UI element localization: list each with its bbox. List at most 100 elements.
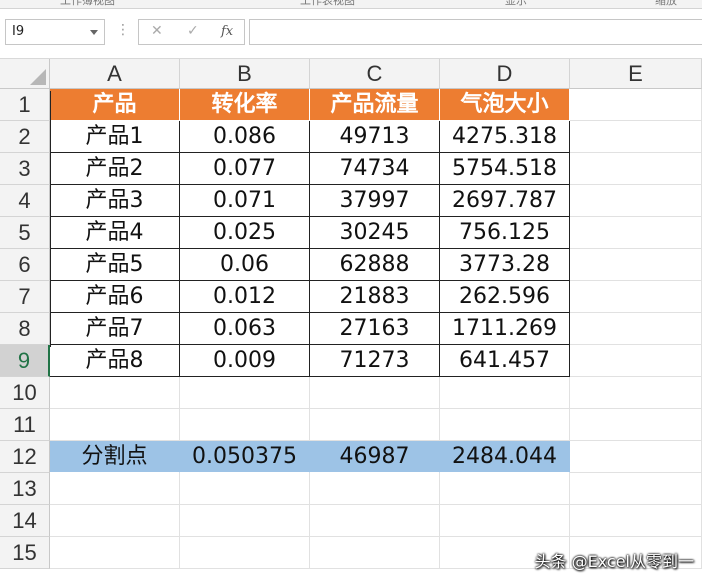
row-header-12[interactable]: 12 [0,441,50,473]
cell-d6[interactable]: 3773.28 [440,249,570,281]
cell-d8[interactable]: 1711.269 [440,313,570,345]
row-header-11[interactable]: 11 [0,409,50,441]
cell-e1[interactable] [570,89,702,121]
column-header-c[interactable]: C [310,59,440,89]
row-header-6[interactable]: 6 [0,249,50,281]
cell-c10[interactable] [310,377,440,409]
cell-a9[interactable]: 产品8 [50,345,180,377]
cell-b1[interactable]: 转化率 [180,89,310,121]
cell-c11[interactable] [310,409,440,441]
cell-c14[interactable] [310,505,440,537]
cell-a10[interactable] [50,377,180,409]
cell-e6[interactable] [570,249,702,281]
chevron-down-icon[interactable] [90,30,98,35]
row-header-4[interactable]: 4 [0,185,50,217]
cell-b6[interactable]: 0.06 [180,249,310,281]
cell-b15[interactable] [180,537,310,569]
row-header-2[interactable]: 2 [0,121,50,153]
row-header-14[interactable]: 14 [0,505,50,537]
row-header-8[interactable]: 8 [0,313,50,345]
cell-d12[interactable]: 2484.044 [440,441,570,473]
cell-e11[interactable] [570,409,702,441]
cell-c6[interactable]: 62888 [310,249,440,281]
cell-d5[interactable]: 756.125 [440,217,570,249]
cell-e4[interactable] [570,185,702,217]
cell-a15[interactable] [50,537,180,569]
cell-b12[interactable]: 0.050375 [180,441,310,473]
row-header-3[interactable]: 3 [0,153,50,185]
cell-e12[interactable] [570,441,702,473]
row-header-1[interactable]: 1 [0,89,50,121]
row-header-15[interactable]: 15 [0,537,50,569]
cell-e9[interactable] [570,345,702,377]
cell-e3[interactable] [570,153,702,185]
row-header-10[interactable]: 10 [0,377,50,409]
cell-d10[interactable] [440,377,570,409]
cell-b2[interactable]: 0.086 [180,121,310,153]
cancel-icon[interactable]: ✕ [151,23,163,39]
cell-c3[interactable]: 74734 [310,153,440,185]
formula-input[interactable] [249,19,702,45]
cell-a12[interactable]: 分割点 [50,441,180,473]
confirm-icon[interactable]: ✓ [187,23,199,39]
cell-c12[interactable]: 46987 [310,441,440,473]
cell-a2[interactable]: 产品1 [50,121,180,153]
cell-d13[interactable] [440,473,570,505]
cell-a5[interactable]: 产品4 [50,217,180,249]
cell-c1[interactable]: 产品流量 [310,89,440,121]
cell-b11[interactable] [180,409,310,441]
cell-b9[interactable]: 0.009 [180,345,310,377]
cell-d9[interactable]: 641.457 [440,345,570,377]
ribbon-label-workbook-views[interactable]: 工作簿视图 [60,0,115,8]
cell-c4[interactable]: 37997 [310,185,440,217]
cell-c7[interactable]: 21883 [310,281,440,313]
cell-d11[interactable] [440,409,570,441]
cell-d2[interactable]: 4275.318 [440,121,570,153]
cell-b3[interactable]: 0.077 [180,153,310,185]
column-header-b[interactable]: B [180,59,310,89]
cell-c5[interactable]: 30245 [310,217,440,249]
cell-a13[interactable] [50,473,180,505]
cell-e8[interactable] [570,313,702,345]
cell-a14[interactable] [50,505,180,537]
cell-e13[interactable] [570,473,702,505]
cell-a1[interactable]: 产品 [50,89,180,121]
cell-d14[interactable] [440,505,570,537]
cell-a4[interactable]: 产品3 [50,185,180,217]
cell-d3[interactable]: 5754.518 [440,153,570,185]
row-header-7[interactable]: 7 [0,281,50,313]
cell-a7[interactable]: 产品6 [50,281,180,313]
ribbon-label-zoom[interactable]: 缩放 [655,0,677,8]
cell-b8[interactable]: 0.063 [180,313,310,345]
cell-c15[interactable] [310,537,440,569]
cell-d1[interactable]: 气泡大小 [440,89,570,121]
column-header-d[interactable]: D [440,59,570,89]
row-header-9[interactable]: 9 [0,345,50,377]
cell-b14[interactable] [180,505,310,537]
cell-c8[interactable]: 27163 [310,313,440,345]
cell-e5[interactable] [570,217,702,249]
cell-c2[interactable]: 49713 [310,121,440,153]
ribbon-label-sheet-view[interactable]: 工作表视图 [300,0,355,8]
cell-a6[interactable]: 产品5 [50,249,180,281]
select-all-button[interactable] [0,59,50,89]
cell-a8[interactable]: 产品7 [50,313,180,345]
insert-function-icon[interactable]: fx [221,24,233,39]
cell-b4[interactable]: 0.071 [180,185,310,217]
cell-a11[interactable] [50,409,180,441]
cell-b13[interactable] [180,473,310,505]
cell-e14[interactable] [570,505,702,537]
cell-a3[interactable]: 产品2 [50,153,180,185]
row-header-13[interactable]: 13 [0,473,50,505]
cell-d4[interactable]: 2697.787 [440,185,570,217]
column-header-e[interactable]: E [570,59,702,89]
cell-c9[interactable]: 71273 [310,345,440,377]
cell-b5[interactable]: 0.025 [180,217,310,249]
cell-e7[interactable] [570,281,702,313]
ribbon-label-show[interactable]: 显示 [505,0,527,8]
cell-e10[interactable] [570,377,702,409]
cell-e2[interactable] [570,121,702,153]
cell-b7[interactable]: 0.012 [180,281,310,313]
column-header-a[interactable]: A [50,59,180,89]
name-box[interactable]: I9 [5,19,105,45]
